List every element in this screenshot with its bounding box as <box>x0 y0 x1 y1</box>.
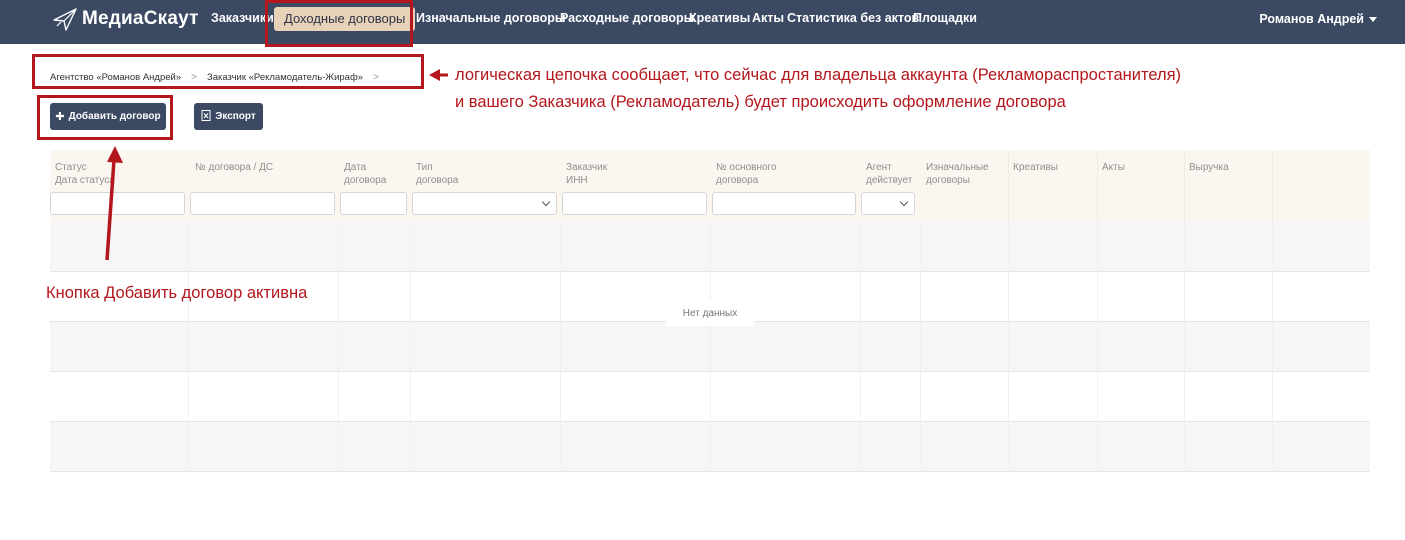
column-divider <box>1008 222 1009 472</box>
empty-state-text: Нет данных <box>666 300 754 326</box>
status-filter-input[interactable] <box>50 192 185 215</box>
annotation-text-breadcrumb-1: логическая цепочка сообщает, что сейчас … <box>455 66 1182 84</box>
annotation-text-breadcrumb-2: и вашего Заказчика (Рекламодатель) будет… <box>455 93 1066 111</box>
column-header-status[interactable]: Статус Дата статуса <box>55 161 115 187</box>
column-divider <box>1008 150 1009 222</box>
brand-logo[interactable]: МедиаСкаут <box>52 5 199 33</box>
caret-down-icon <box>1369 16 1377 22</box>
column-divider <box>338 222 339 472</box>
contract-date-filter-input[interactable] <box>340 192 407 215</box>
annotation-text-add-button: Кнопка Добавить договор активна <box>46 284 308 302</box>
nav-item-acts[interactable]: Акты <box>752 11 784 25</box>
paper-plane-icon <box>53 8 77 31</box>
contract-type-filter-select[interactable] <box>412 192 557 215</box>
column-divider <box>1097 150 1098 222</box>
column-header-contract-type[interactable]: Тип договора <box>416 161 458 187</box>
column-header-acts[interactable]: Акты <box>1102 161 1125 174</box>
column-header-agent-acts[interactable]: Агент действует <box>866 161 912 187</box>
column-divider <box>920 222 921 472</box>
column-header-revenue[interactable]: Выручка <box>1189 161 1229 174</box>
column-header-initial-contracts[interactable]: Изначальные договоры <box>926 161 989 187</box>
column-divider <box>1184 222 1185 472</box>
file-excel-icon <box>201 109 211 124</box>
export-label: Экспорт <box>215 111 256 122</box>
column-divider <box>1097 222 1098 472</box>
nav-item-stats-without-acts[interactable]: Статистика без актов <box>787 11 919 25</box>
column-divider <box>560 222 561 472</box>
column-header-creatives[interactable]: Креативы <box>1013 161 1058 174</box>
nav-item-initial-contracts[interactable]: Изначальные договоры <box>416 11 566 25</box>
annotation-box-breadcrumb <box>32 54 424 89</box>
top-navbar: МедиаСкаут Заказчики Доходные договоры И… <box>0 0 1405 44</box>
export-button[interactable]: Экспорт <box>194 103 263 130</box>
column-divider <box>188 222 189 472</box>
agent-acts-filter-select[interactable] <box>861 192 915 215</box>
annotation-arrow-left-icon <box>429 69 448 81</box>
annotation-box-add-button <box>37 95 173 140</box>
brand-name: МедиаСкаут <box>82 8 199 29</box>
column-header-main-contract[interactable]: № основного договора <box>716 161 777 187</box>
column-divider <box>410 222 411 472</box>
column-divider <box>710 222 711 472</box>
contracts-table: Статус Дата статуса № договора / ДС Дата д… <box>50 150 1370 472</box>
contract-number-filter-input[interactable] <box>190 192 335 215</box>
table-header: Статус Дата статуса № договора / ДС Дата д… <box>50 150 1370 222</box>
customer-filter-input[interactable] <box>562 192 707 215</box>
column-divider <box>1184 150 1185 222</box>
nav-item-platforms[interactable]: Площадки <box>913 11 977 25</box>
column-divider <box>1272 150 1273 222</box>
annotation-box-active-tab <box>265 0 413 47</box>
column-header-contract-date[interactable]: Дата договора <box>344 161 386 187</box>
user-menu[interactable]: Романов Андрей <box>1259 12 1377 26</box>
column-header-contract-number[interactable]: № договора / ДС <box>195 161 273 174</box>
nav-item-creatives[interactable]: Креативы <box>689 11 750 25</box>
user-name: Романов Андрей <box>1259 12 1364 26</box>
column-divider <box>860 222 861 472</box>
main-contract-filter-input[interactable] <box>712 192 856 215</box>
column-header-customer[interactable]: Заказчик ИНН <box>566 161 607 187</box>
column-divider <box>1272 222 1273 472</box>
nav-item-expense-contracts[interactable]: Расходные договоры <box>560 11 694 25</box>
